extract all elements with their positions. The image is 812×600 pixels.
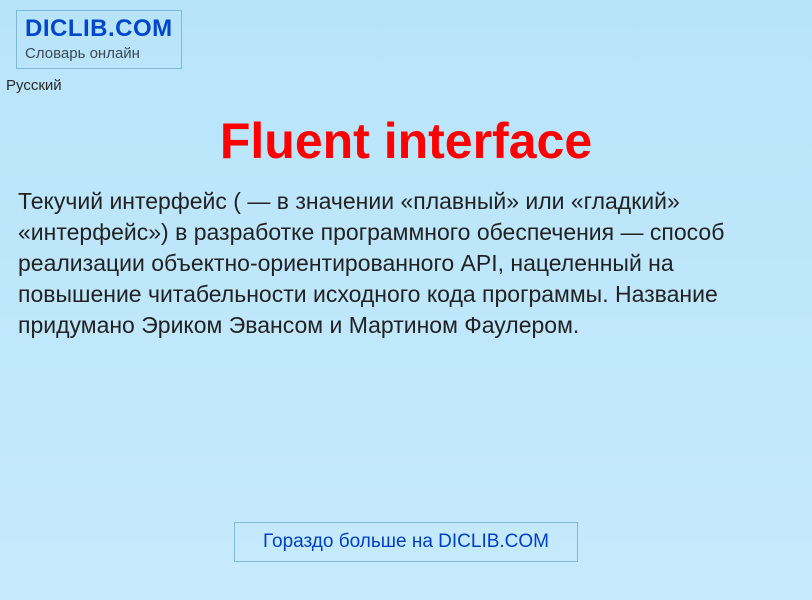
language-selector[interactable]: Русский — [0, 73, 812, 94]
more-on-diclib-link[interactable]: Гораздо больше на DICLIB.COM — [234, 522, 578, 562]
logo-subtitle: Словарь онлайн — [25, 45, 173, 62]
logo-title: DICLIB.COM — [25, 15, 173, 43]
article-body: Текучий интерфейс ( — в значении «плавны… — [0, 186, 812, 341]
article-title: Fluent interface — [0, 112, 812, 170]
site-header: DICLIB.COM Словарь онлайн — [0, 0, 812, 73]
site-logo[interactable]: DICLIB.COM Словарь онлайн — [16, 10, 182, 69]
footer-link-wrap: Гораздо больше на DICLIB.COM — [0, 522, 812, 562]
language-current: Русский — [6, 77, 62, 94]
